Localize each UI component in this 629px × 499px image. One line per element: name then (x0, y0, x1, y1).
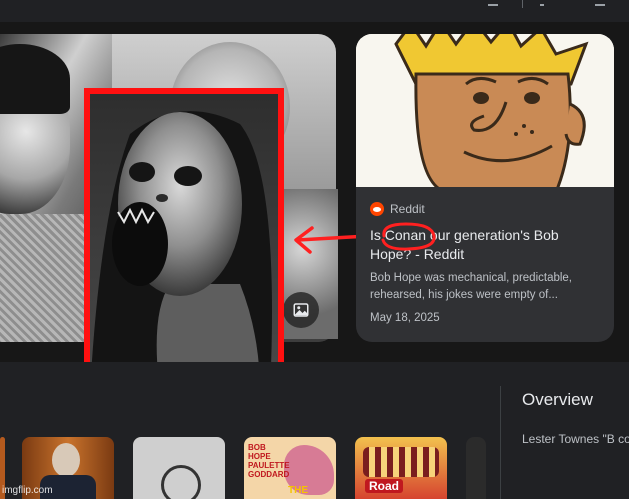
thumbnail[interactable] (133, 437, 225, 499)
image-icon[interactable] (283, 292, 319, 328)
panel-divider (500, 386, 501, 499)
toolbar-icon[interactable] (540, 0, 544, 6)
reddit-icon (370, 202, 384, 216)
highlight-box (84, 88, 284, 398)
reddit-thumbnail (356, 34, 614, 187)
poster-logo: Road (365, 479, 403, 493)
overview-text: Lester Townes "B comedian, actor, spanne… (522, 432, 629, 446)
image-icon-glyph (293, 303, 309, 317)
result-date: May 18, 2025 (370, 312, 440, 324)
thumb-head (52, 443, 80, 477)
thumb-graphic (161, 465, 201, 499)
annotation-circle (381, 222, 436, 251)
creepy-face-image (90, 94, 278, 392)
result-source[interactable]: Reddit (370, 202, 425, 216)
source-name: Reddit (390, 202, 425, 216)
reddit-result-card[interactable]: Reddit Is Conan our generation's Bob Hop… (356, 34, 614, 342)
toolbar-divider (522, 0, 523, 8)
photo-hair (0, 44, 70, 114)
overview-heading[interactable]: Overview (522, 390, 593, 410)
poster-title: THE (288, 485, 308, 496)
thumbnail[interactable]: Road (355, 437, 447, 499)
cartoon-face-image (356, 34, 614, 187)
poster-text: BOB HOPE PAULETTE GODDARD (248, 443, 290, 479)
toolbar-icon[interactable] (488, 0, 498, 6)
thumb-graphic (363, 447, 439, 477)
thumbnail[interactable] (466, 437, 486, 499)
top-toolbar (0, 0, 629, 22)
thumbnail[interactable]: BOB HOPE PAULETTE GODDARD THE (244, 437, 336, 499)
result-snippet: Bob Hope was mechanical, predictable, re… (370, 272, 573, 301)
watermark: imgflip.com (2, 485, 53, 496)
toolbar-icon[interactable] (595, 0, 605, 6)
